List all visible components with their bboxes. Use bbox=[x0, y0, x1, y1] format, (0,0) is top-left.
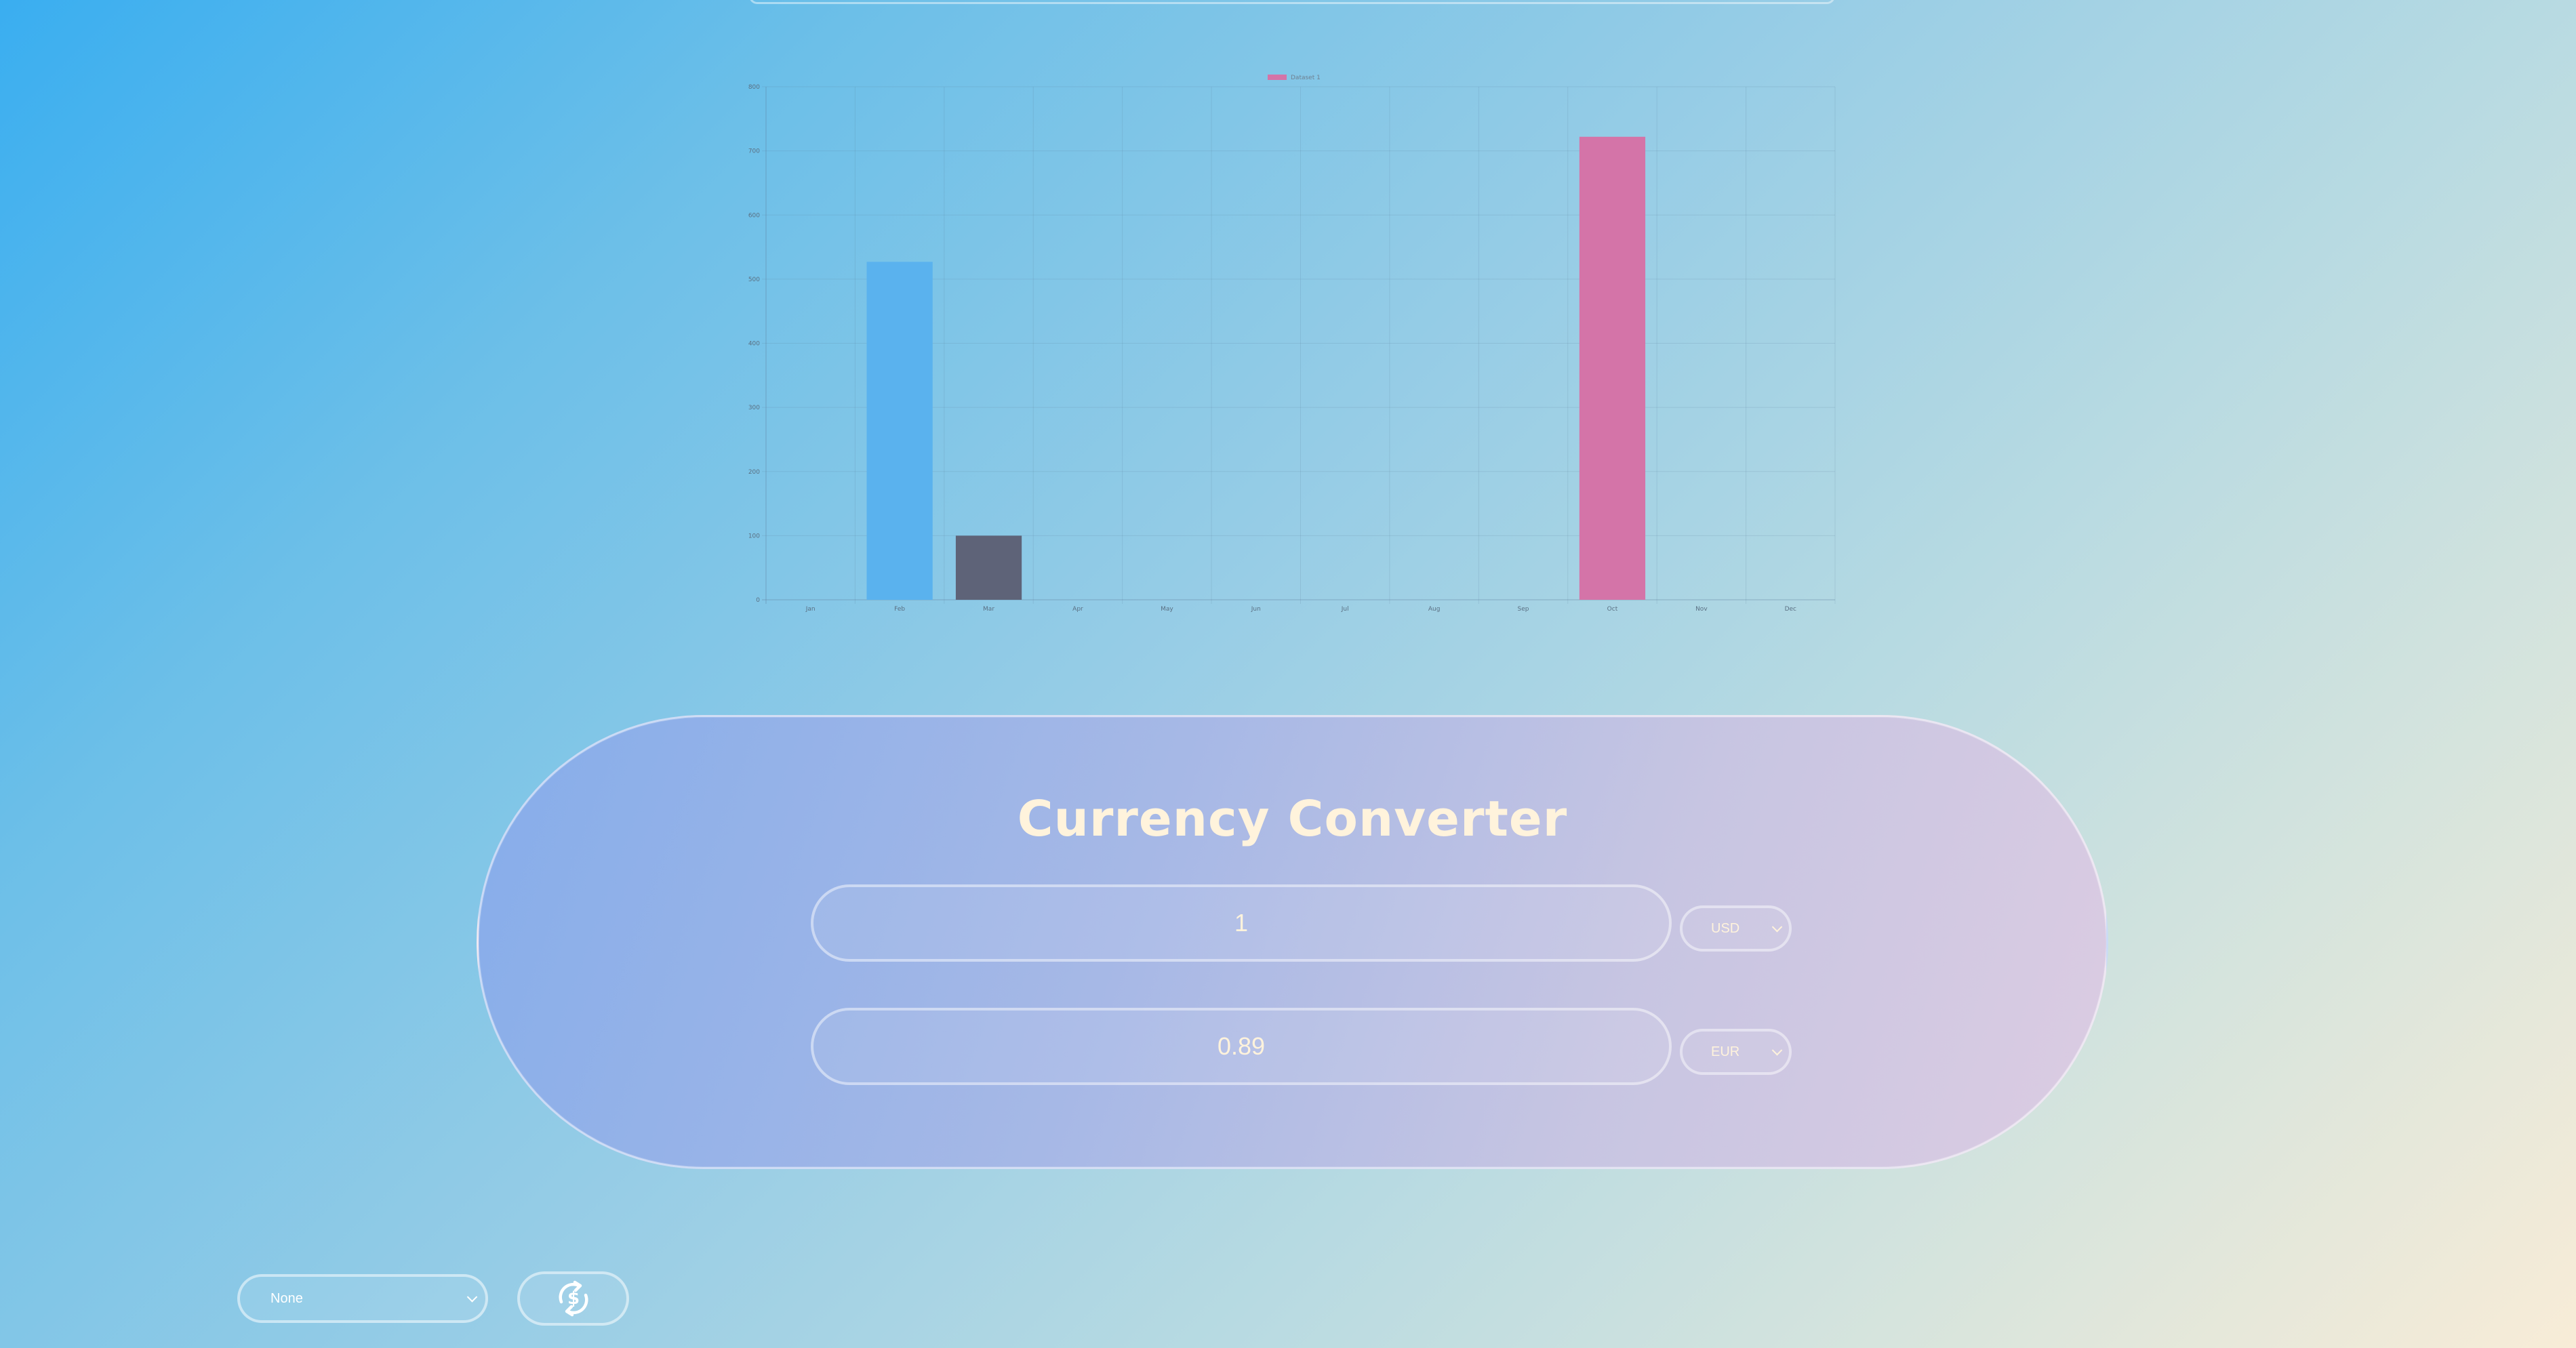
x-tick-label: May bbox=[1161, 606, 1173, 613]
from-currency-select[interactable]: USD bbox=[1680, 905, 1792, 952]
monthly-bar-chart: Dataset 1 0 100 200 300 400 500 600 700 800 Jan F… bbox=[748, 75, 1836, 613]
y-tick-label: 300 bbox=[748, 405, 760, 411]
converter-title: Currency Converter bbox=[1017, 790, 1568, 847]
x-tick-label: Jul bbox=[1341, 606, 1349, 613]
top-panel-edge bbox=[749, 0, 1835, 4]
bar-mar bbox=[955, 535, 1022, 600]
x-tick-label: Apr bbox=[1072, 606, 1083, 613]
bar-feb bbox=[866, 262, 933, 600]
y-axis-ticks: 0 100 200 300 400 500 600 700 800 bbox=[748, 84, 760, 604]
legend-label[interactable]: Dataset 1 bbox=[1291, 75, 1321, 81]
from-currency-value: USD bbox=[1711, 920, 1740, 936]
svg-text:$: $ bbox=[567, 1288, 579, 1309]
legend-swatch bbox=[1268, 75, 1287, 80]
chart-bars bbox=[866, 136, 1646, 600]
y-tick-label: 0 bbox=[756, 597, 760, 604]
y-tick-label: 700 bbox=[748, 148, 760, 155]
y-tick-label: 600 bbox=[748, 212, 760, 219]
x-tick-label: Aug bbox=[1428, 606, 1441, 613]
currency-converter-panel: Currency Converter USD EUR bbox=[477, 715, 2108, 1169]
option-select[interactable]: None bbox=[237, 1274, 488, 1323]
x-tick-label: Nov bbox=[1695, 606, 1708, 613]
currency-exchange-icon: $ bbox=[558, 1280, 588, 1317]
y-tick-label: 800 bbox=[748, 84, 760, 91]
option-select-value: None bbox=[270, 1290, 303, 1306]
x-tick-label: Dec bbox=[1785, 606, 1796, 613]
x-tick-label: Jan bbox=[805, 606, 816, 613]
x-tick-label: Jun bbox=[1251, 606, 1261, 613]
currency-exchange-button[interactable]: $ bbox=[517, 1271, 629, 1326]
to-amount-input[interactable] bbox=[811, 1008, 1672, 1085]
y-tick-label: 400 bbox=[748, 341, 760, 348]
y-tick-label: 100 bbox=[748, 533, 760, 539]
chevron-down-icon bbox=[1771, 1045, 1783, 1056]
to-currency-value: EUR bbox=[1711, 1044, 1740, 1059]
chevron-down-icon bbox=[1771, 922, 1783, 933]
from-amount-input[interactable] bbox=[811, 884, 1672, 962]
x-axis-ticks: Jan Feb Mar Apr May Jun Jul Aug Sep Oct Nov Dec bbox=[805, 606, 1796, 613]
y-tick-label: 200 bbox=[748, 469, 760, 476]
chevron-down-icon bbox=[466, 1292, 478, 1303]
x-tick-label: Oct bbox=[1607, 606, 1618, 613]
bar-oct bbox=[1579, 136, 1646, 600]
to-currency-select[interactable]: EUR bbox=[1680, 1029, 1792, 1075]
y-tick-label: 500 bbox=[748, 277, 760, 283]
x-tick-label: Mar bbox=[983, 606, 994, 613]
chart-legend: Dataset 1 bbox=[1268, 75, 1321, 81]
x-tick-label: Sep bbox=[1518, 606, 1529, 613]
x-tick-label: Feb bbox=[894, 606, 905, 613]
